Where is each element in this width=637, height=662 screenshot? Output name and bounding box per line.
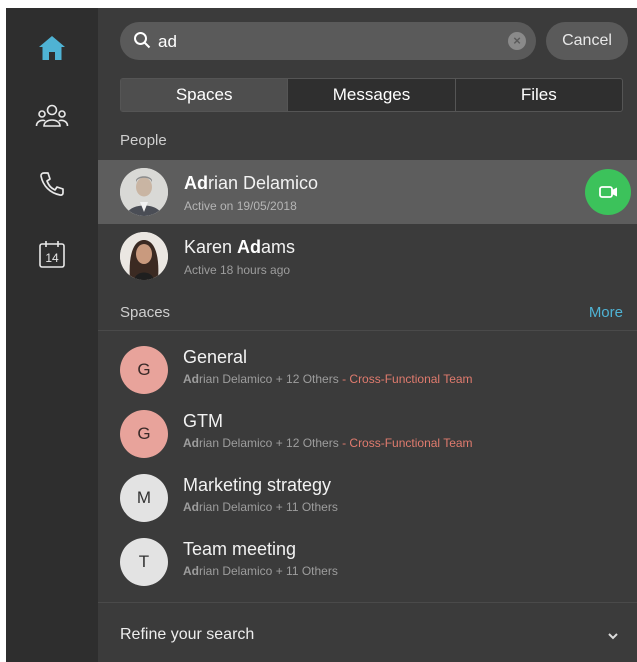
person-name: Karen Adams xyxy=(184,237,296,257)
search-icon xyxy=(133,31,151,54)
app-window: 14 × Cancel Spaces Messages Files People xyxy=(6,8,637,662)
space-members: Adrian Delamico + 11 Others xyxy=(183,564,338,578)
cancel-button[interactable]: Cancel xyxy=(546,22,628,60)
video-camera-icon xyxy=(599,186,617,198)
clear-search-icon[interactable]: × xyxy=(508,32,526,50)
space-members: Adrian Delamico + 12 Others - Cross-Func… xyxy=(183,372,473,386)
calendar-day: 14 xyxy=(45,251,59,265)
phone-icon[interactable] xyxy=(34,166,70,202)
person-status: Active on 19/05/2018 xyxy=(184,199,297,213)
person-row[interactable]: Adrian Delamico Active on 19/05/2018 xyxy=(98,160,637,224)
home-icon[interactable] xyxy=(34,30,70,66)
search-input[interactable] xyxy=(156,27,490,57)
space-avatar: M xyxy=(120,474,168,522)
people-icon[interactable] xyxy=(34,98,70,134)
person-name: Adrian Delamico xyxy=(184,173,319,193)
space-row[interactable]: G General Adrian Delamico + 12 Others - … xyxy=(98,338,637,402)
video-call-button[interactable] xyxy=(585,169,631,215)
nav-rail: 14 xyxy=(6,8,98,662)
space-row[interactable]: T Team meeting Adrian Delamico + 11 Othe… xyxy=(98,530,637,594)
space-avatar: G xyxy=(120,410,168,458)
space-title: Team meeting xyxy=(183,539,297,559)
more-spaces-link[interactable]: More xyxy=(589,304,623,321)
search-box: × xyxy=(120,22,536,60)
search-panel: × Cancel Spaces Messages Files People Ad… xyxy=(98,8,637,662)
person-row[interactable]: Karen Adams Active 18 hours ago xyxy=(98,224,637,288)
space-avatar: T xyxy=(120,538,168,586)
space-title: GTM xyxy=(183,411,223,431)
divider xyxy=(98,330,637,331)
person-status: Active 18 hours ago xyxy=(184,263,291,277)
space-avatar: G xyxy=(120,346,168,394)
calendar-icon[interactable]: 14 xyxy=(34,236,70,272)
space-title: General xyxy=(183,347,248,367)
tab-files[interactable]: Files xyxy=(456,79,622,111)
result-tabs: Spaces Messages Files xyxy=(120,78,623,112)
chevron-down-icon[interactable] xyxy=(607,628,619,646)
avatar xyxy=(120,232,168,280)
space-members: Adrian Delamico + 12 Others - Cross-Func… xyxy=(183,436,473,450)
people-section-label: People xyxy=(120,132,167,149)
space-members: Adrian Delamico + 11 Others xyxy=(183,500,338,514)
tab-spaces[interactable]: Spaces xyxy=(121,79,289,111)
space-row[interactable]: G GTM Adrian Delamico + 12 Others - Cros… xyxy=(98,402,637,466)
divider xyxy=(98,602,637,603)
spaces-section-label: Spaces xyxy=(120,304,171,321)
space-title: Marketing strategy xyxy=(183,475,332,495)
refine-search-toggle[interactable]: Refine your search xyxy=(120,626,254,644)
tab-messages[interactable]: Messages xyxy=(288,79,456,111)
avatar xyxy=(120,168,168,216)
space-row[interactable]: M Marketing strategy Adrian Delamico + 1… xyxy=(98,466,637,530)
